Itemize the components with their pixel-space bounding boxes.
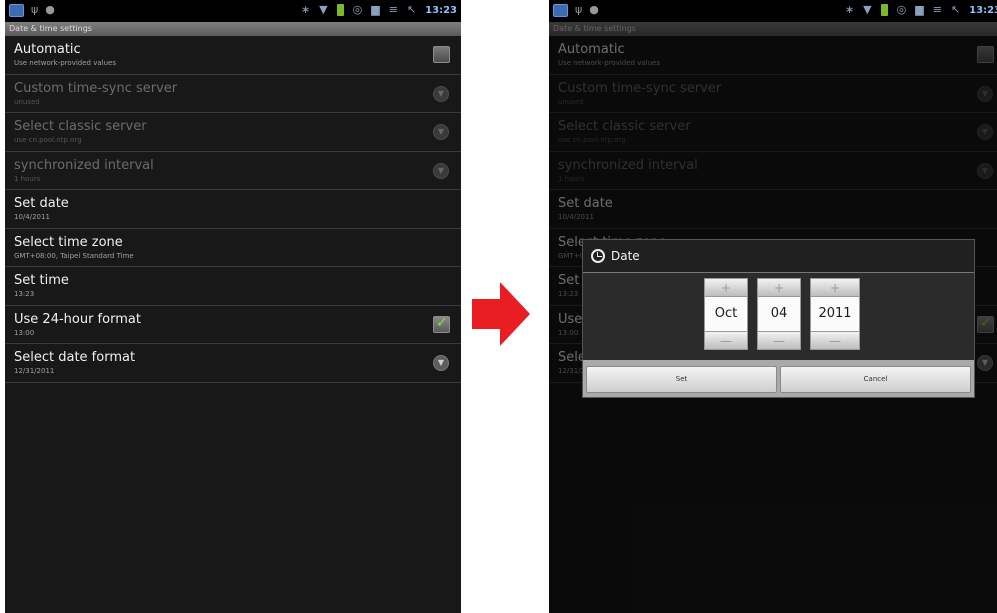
preference-title: Select time zone [14, 234, 123, 250]
preference-custom-time-sync-server: Custom time-sync serverunused ▼ [5, 75, 461, 113]
month-decrement-button[interactable]: — [704, 331, 748, 350]
status-bar: ψ ● ∗ ▼ ◎ ▆ ≡ ↖ 13:23 [549, 0, 997, 22]
preference-select-time-zone[interactable]: Select time zoneGMT+08:00, Taipei Standa… [5, 229, 461, 267]
preference-summary: 13:23 [14, 290, 35, 298]
settings-screen-left: ψ ● ∗ ▼ ◎ ▆ ≡ ↖ 13:23 Date & time settin… [5, 0, 461, 613]
preference-summary: use cn.pool.ntp.org [14, 136, 82, 144]
preference-automatic[interactable]: Automatic Use network-provided values [5, 36, 461, 75]
clock-icon [591, 249, 605, 263]
bluetooth-icon: ∗ [844, 3, 855, 16]
status-bar: ψ ● ∗ ▼ ◎ ▆ ≡ ↖ 13:23 [5, 0, 461, 22]
preference-title: Select date format [14, 350, 136, 365]
sd-card-icon: ▆ [915, 3, 924, 16]
month-value[interactable]: Oct [704, 297, 748, 331]
preference-title: Automatic [14, 42, 81, 57]
notification-icon: ↖ [950, 3, 961, 16]
chevron-down-icon: ▼ [433, 85, 449, 102]
usb-icon: ψ [31, 3, 39, 16]
day-value[interactable]: 04 [757, 297, 801, 331]
battery-icon [880, 4, 888, 16]
preference-summary: 12/31/2011 [14, 367, 55, 375]
year-value[interactable]: 2011 [810, 297, 860, 331]
preference-title: Use 24-hour format [14, 311, 141, 327]
preference-summary: unused [14, 97, 40, 106]
preference-select-classic-server: Select classic server use cn.pool.ntp.org… [5, 113, 461, 152]
year-picker: + 2011 — [810, 278, 860, 350]
app-icon [553, 3, 568, 17]
app-icon [9, 3, 24, 17]
preference-summary: 1 hours [14, 174, 41, 183]
sd-card-icon: ▆ [371, 3, 380, 16]
preference-title: Select classic server [14, 119, 147, 134]
preference-list: Automatic Use network-provided values Cust… [5, 36, 461, 383]
chevron-down-icon: ▼ [433, 162, 449, 179]
year-decrement-button[interactable]: — [810, 331, 860, 350]
wifi-icon: ▼ [863, 3, 872, 16]
bluetooth-icon: ∗ [300, 3, 311, 16]
preference-synchronized-interval: synchronized interval1 hours ▼ [5, 152, 461, 190]
month-picker: + Oct — [704, 278, 748, 350]
signal-icon: ≡ [932, 3, 942, 16]
preference-title: Set date [14, 196, 69, 211]
year-increment-button[interactable]: + [810, 278, 860, 297]
day-increment-button[interactable]: + [757, 278, 801, 297]
status-time: 13:23 [425, 4, 457, 16]
month-increment-button[interactable]: + [704, 278, 748, 297]
preference-title: Set time [14, 273, 69, 288]
day-decrement-button[interactable]: — [757, 331, 801, 350]
preference-select-date-format[interactable]: Select date format 12/31/2011 ▼ [5, 344, 461, 383]
checkmark-icon: ✓ [436, 314, 448, 331]
checkbox[interactable] [433, 46, 450, 63]
preference-title: Custom time-sync server [14, 80, 178, 96]
preference-title: synchronized interval [14, 157, 154, 173]
android-icon: ● [589, 3, 599, 16]
date-picker-dialog: Date + Oct — + 04 — + 2011 — Set Cancel [582, 239, 975, 398]
dialog-button-bar: Set Cancel [583, 360, 974, 397]
preference-use-24-hour-format[interactable]: Use 24-hour format13:00 ✓ [5, 306, 461, 344]
preference-set-date[interactable]: Set date 10/4/2011 [5, 190, 461, 229]
alarm-icon: ◎ [352, 3, 363, 16]
alarm-icon: ◎ [896, 3, 907, 16]
preference-summary: 13:00 [14, 328, 35, 337]
preference-set-time[interactable]: Set time 13:23 [5, 267, 461, 306]
dialog-header: Date [583, 240, 974, 273]
screen-title: Date & time settings [5, 22, 461, 36]
preference-summary: 10/4/2011 [14, 213, 50, 221]
chevron-down-icon: ▼ [433, 124, 449, 140]
settings-screen-right: ψ ● ∗ ▼ ◎ ▆ ≡ ↖ 13:23 Date & time settin… [549, 0, 997, 613]
transition-arrow-icon [472, 282, 530, 346]
signal-icon: ≡ [388, 3, 398, 16]
date-picker: + Oct — + 04 — + 2011 — [704, 278, 860, 350]
cancel-button[interactable]: Cancel [780, 366, 971, 393]
status-time: 13:23 [969, 4, 997, 16]
chevron-down-icon[interactable]: ▼ [433, 355, 449, 371]
set-button[interactable]: Set [586, 366, 777, 393]
notification-icon: ↖ [406, 3, 417, 16]
checkbox-checked[interactable]: ✓ [433, 314, 450, 333]
preference-summary: GMT+08:00, Taipei Standard Time [14, 251, 134, 260]
android-icon: ● [45, 3, 55, 16]
preference-summary: Use network-provided values [14, 59, 116, 67]
day-picker: + 04 — [757, 278, 801, 350]
dialog-title: Date [611, 249, 640, 263]
usb-icon: ψ [575, 3, 583, 16]
wifi-icon: ▼ [319, 3, 328, 16]
battery-icon [336, 4, 344, 16]
